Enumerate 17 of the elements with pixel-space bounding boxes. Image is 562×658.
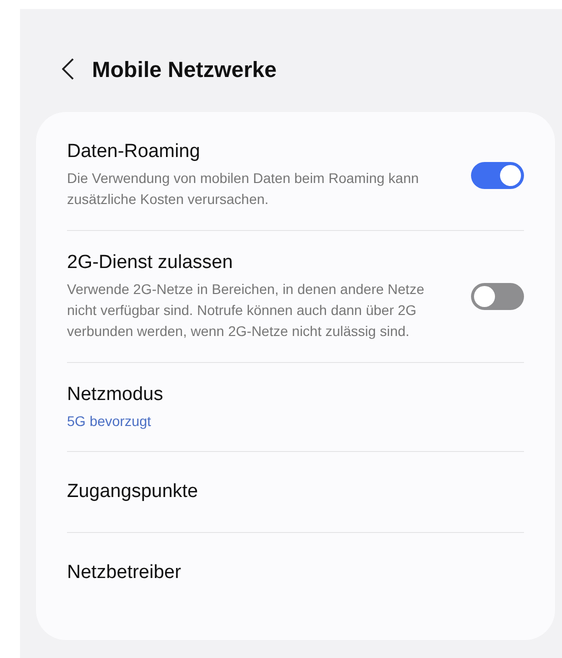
settings-row[interactable]: Daten-Roaming Die Verwendung von mobilen Daten beim Roaming kann zusätzliche Kosten verursachen. xyxy=(67,112,524,230)
setting-title: Netzbetreiber xyxy=(67,561,182,585)
settings-row[interactable]: Netzbetreiber xyxy=(67,532,524,613)
setting-description: Verwende 2G-Netze in Bereichen, in denen andere Netze nicht verfügbar sind. Notrufe können auch dann über 2G verbunden werden, wenn 2G-Netze nicht zulässig sind. xyxy=(67,280,426,341)
settings-row[interactable]: 2G-Dienst zulassen Verwende 2G-Netze in Bereichen, in denen andere Netze nicht verfügbar sind. Notrufe können auch dann über 2G verbunden werden, wenn 2G-Netze nicht zulässig sind. xyxy=(67,230,524,362)
setting-value: 5G bevorzugt xyxy=(67,412,152,431)
setting-title: Netzmodus xyxy=(67,383,164,407)
settings-row[interactable]: Zugangspunkte xyxy=(67,451,524,532)
back-icon[interactable] xyxy=(62,58,74,80)
setting-title: 2G-Dienst zulassen xyxy=(67,251,234,275)
setting-description: Die Verwendung von mobilen Daten beim Roaming kann zusätzliche Kosten verursachen. xyxy=(67,169,420,209)
toggle-switch[interactable] xyxy=(471,162,524,188)
setting-title: Daten-Roaming xyxy=(67,140,202,164)
settings-row[interactable]: Netzmodus 5G bevorzugt xyxy=(67,362,524,451)
setting-title: Zugangspunkte xyxy=(67,480,199,504)
toggle-switch[interactable] xyxy=(471,283,524,310)
page-title: Mobile Netzwerke xyxy=(92,56,277,84)
